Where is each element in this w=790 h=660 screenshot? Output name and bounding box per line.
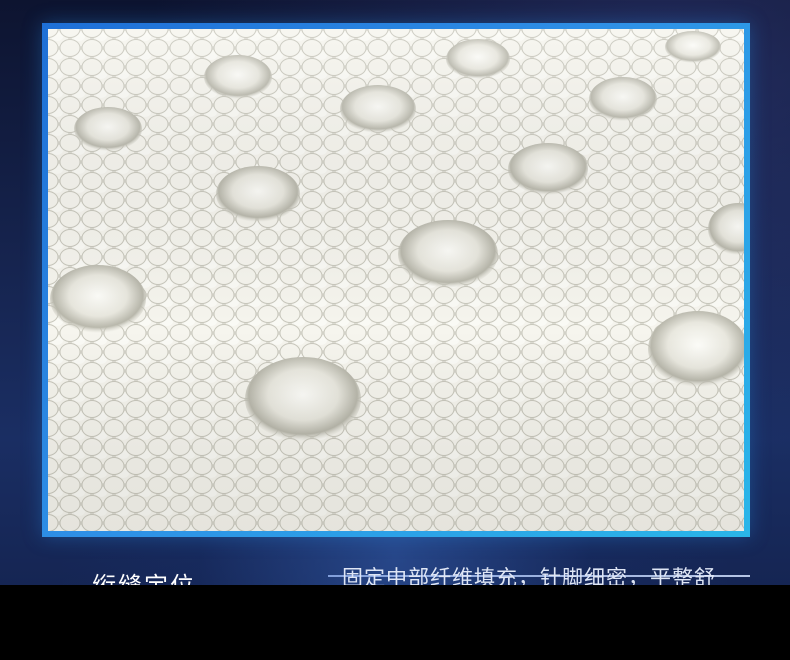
mattress-fabric-image xyxy=(48,29,744,531)
feature-description: 固定中部纤维填充，针脚细密，平整舒 xyxy=(342,566,716,585)
page: 绗缝定位 固定中部纤维填充，针脚细密，平整舒 xyxy=(0,0,790,660)
fabric-texture xyxy=(48,29,744,531)
image-frame xyxy=(42,23,750,537)
bottom-black-bar xyxy=(0,585,790,660)
product-banner: 绗缝定位 固定中部纤维填充，针脚细密，平整舒 xyxy=(0,0,790,585)
feature-title: 绗缝定位 xyxy=(92,566,196,585)
